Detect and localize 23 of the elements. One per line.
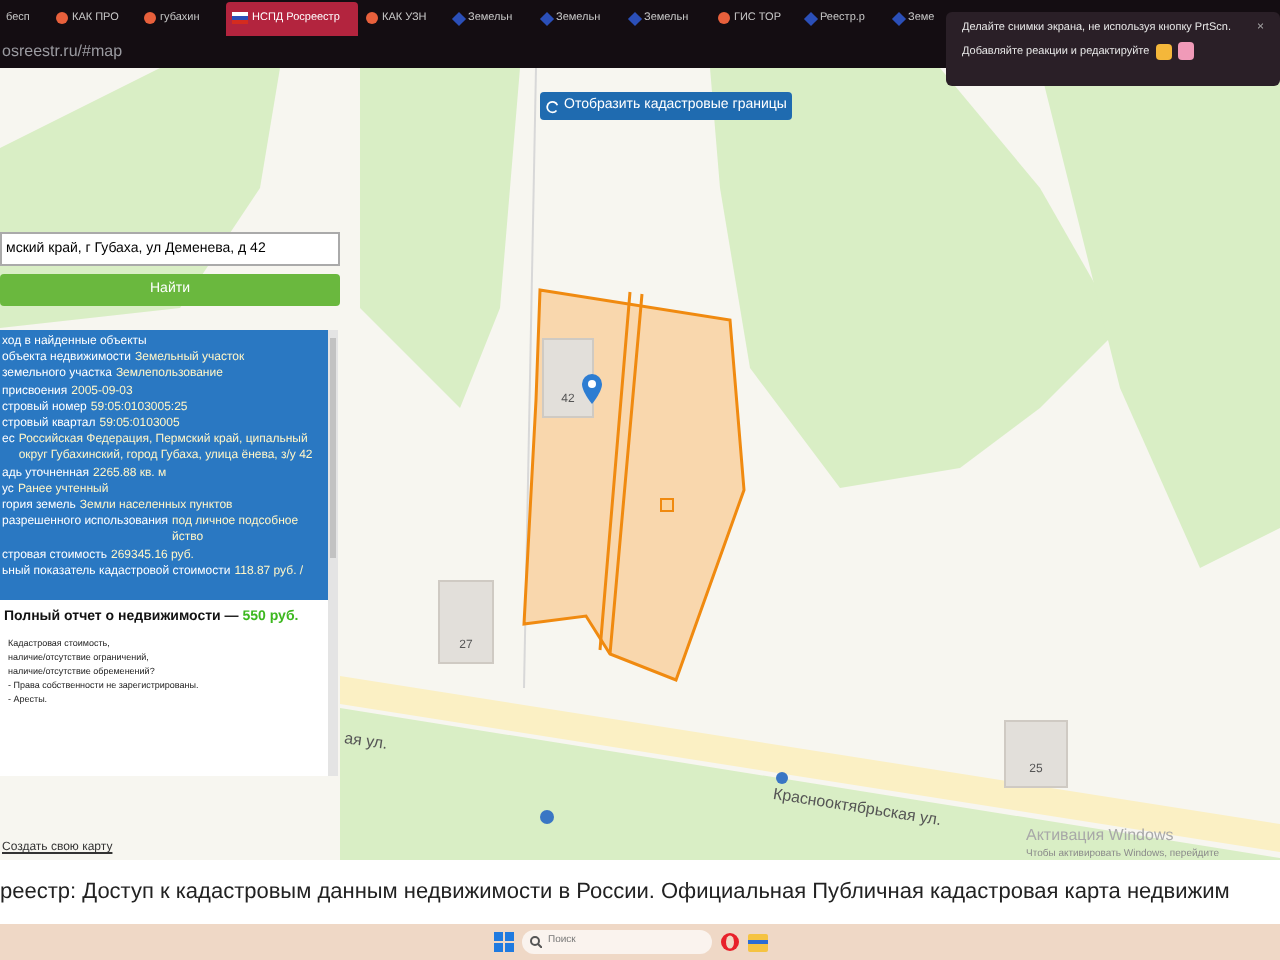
- search-icon: [530, 936, 542, 948]
- windows-start-icon[interactable]: [494, 932, 514, 952]
- browser-icon[interactable]: [720, 932, 740, 952]
- address-url[interactable]: osreestr.ru/#map: [0, 40, 123, 64]
- flag-icon: [232, 12, 248, 24]
- refresh-icon: [546, 99, 560, 113]
- parcel-outline[interactable]: [522, 288, 748, 682]
- tab-icon: [803, 10, 819, 26]
- folder-icon[interactable]: [748, 933, 768, 951]
- tab-icon: [144, 12, 156, 24]
- tab-icon: [56, 12, 68, 24]
- street-label: ая ул.: [342, 727, 389, 757]
- tab-icon: [451, 10, 467, 26]
- page-description: реестр: Доступ к кадастровым данным недвижимости в России. Официальная Публичная кадастровая карта недвижим: [0, 877, 1230, 908]
- tab-icon: [627, 10, 643, 26]
- scrollbar[interactable]: [328, 330, 338, 776]
- tab-icon: [539, 10, 555, 26]
- tab-icon: [718, 12, 730, 24]
- tab-icon: [891, 10, 907, 26]
- tab-icon: [366, 12, 378, 24]
- location-pin-icon: [582, 374, 602, 404]
- parcel-marker: [660, 498, 674, 512]
- activation-title: Активация Windows: [1026, 826, 1174, 846]
